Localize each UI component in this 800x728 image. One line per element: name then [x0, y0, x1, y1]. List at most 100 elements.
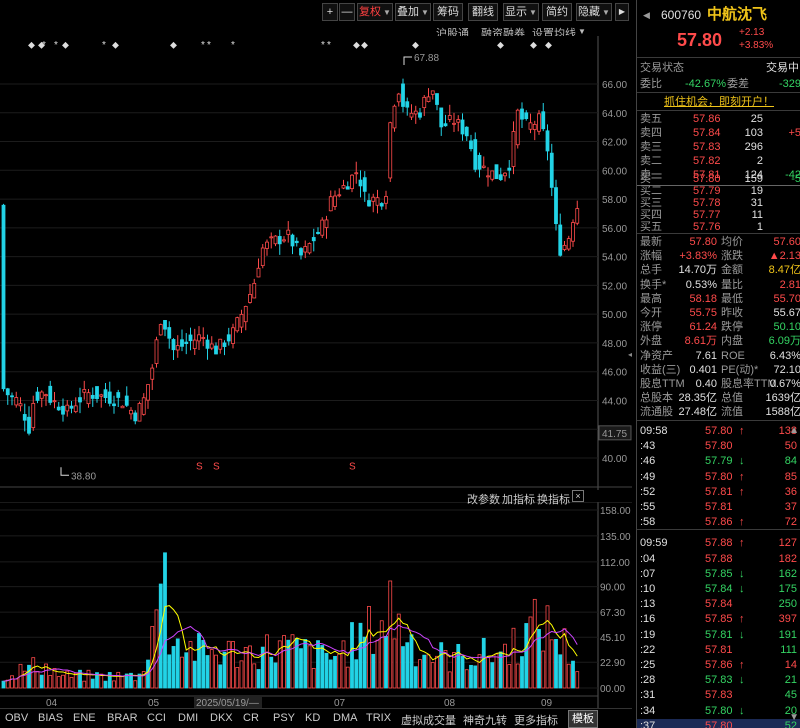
close-icon[interactable]: ×: [572, 490, 584, 502]
indicator-tab[interactable]: OBV: [5, 712, 28, 724]
candle-body: [129, 409, 133, 415]
event-marker-icon[interactable]: *: [201, 40, 205, 51]
yincang-dropdown[interactable]: 隐藏 ▼: [576, 3, 612, 21]
candle-body: [222, 342, 227, 347]
indicator-tab[interactable]: BRAR: [107, 712, 138, 724]
event-marker-icon[interactable]: *: [207, 40, 211, 51]
signal-s-marker[interactable]: S: [213, 462, 220, 473]
event-marker-icon[interactable]: ⬥: [353, 40, 360, 51]
volume-bar: [48, 675, 53, 689]
event-marker-icon[interactable]: ⬥: [412, 40, 419, 51]
event-marker-icon[interactable]: *: [102, 40, 106, 51]
volume-bar: [231, 641, 235, 689]
indicator-tab[interactable]: TRIX: [366, 712, 391, 724]
fuquan-dropdown[interactable]: 复权 ▼: [357, 3, 393, 21]
event-marker-icon[interactable]: ⬥: [28, 40, 35, 51]
scroll-down-arrow[interactable]: ▼: [789, 712, 799, 723]
scroll-up-arrow[interactable]: ▲: [789, 425, 799, 436]
event-marker-icon[interactable]: ⬥: [497, 40, 504, 51]
candle-body: [286, 229, 291, 235]
indicator-tab[interactable]: ENE: [73, 712, 96, 724]
add-indicator-button[interactable]: 加指标: [502, 491, 535, 507]
candle-body: [175, 345, 180, 351]
gai-param-button[interactable]: 改参数: [467, 491, 500, 507]
tick-row: :07 57.85 ↓ 162: [637, 567, 800, 581]
xianshi-dropdown[interactable]: 显示 ▼: [503, 3, 539, 21]
indicator-tab[interactable]: 神奇九转: [463, 712, 507, 728]
tick-row: :13 57.84 250: [637, 597, 800, 611]
indicator-tab[interactable]: PSY: [273, 712, 295, 724]
tick-row: :31 57.83 45: [637, 688, 800, 702]
indicator-tab[interactable]: KD: [305, 712, 320, 724]
indicator-tab[interactable]: CCI: [147, 712, 166, 724]
quote-value: 55.70: [773, 292, 800, 305]
signal-s-marker[interactable]: S: [349, 462, 356, 473]
price-tick-label: 64.00: [602, 109, 627, 120]
tick-time: :31: [640, 689, 656, 702]
volume-bar: [486, 656, 490, 689]
indicator-tab[interactable]: 更多指标: [514, 712, 558, 728]
switch-indicator-button[interactable]: 换指标: [537, 491, 570, 507]
tick-price: 57.80: [705, 470, 733, 483]
volume-tick-label: 67.30: [600, 608, 625, 619]
candle-body: [528, 122, 533, 130]
event-marker-icon[interactable]: ⬥: [545, 40, 552, 51]
indicator-tab[interactable]: DMI: [178, 712, 198, 724]
tick-time: :58: [640, 516, 656, 529]
price-change: +2.13: [739, 27, 765, 38]
event-marker-icon[interactable]: *: [42, 40, 46, 51]
volume-bar: [532, 598, 537, 689]
tick-time: :04: [640, 552, 656, 565]
tick-price: 57.85: [705, 613, 733, 626]
volume-bar: [320, 645, 325, 689]
volume-chart[interactable]: 158.00 135.00 112.00 90.00 67.30 45.10 22.90 00…: [0, 502, 632, 708]
signal-s-marker[interactable]: S: [196, 462, 203, 473]
event-marker-icon[interactable]: ⬥: [361, 40, 368, 51]
diejia-dropdown[interactable]: 叠加 ▼: [395, 3, 431, 21]
candle-body: [197, 334, 201, 342]
event-marker-icon[interactable]: *: [231, 40, 235, 51]
volume-bar: [418, 659, 422, 689]
fanxian-button[interactable]: 翻线: [468, 3, 498, 21]
volume-bar: [358, 622, 363, 689]
quote-label: 金额: [721, 264, 743, 277]
event-marker-icon[interactable]: *: [321, 40, 325, 51]
indicator-tab[interactable]: BIAS: [38, 712, 63, 724]
candle-body: [396, 93, 401, 103]
indicator-tab[interactable]: DKX: [210, 712, 233, 724]
event-marker-icon[interactable]: ⬥: [112, 40, 119, 51]
candle-body: [511, 131, 516, 167]
tick-arrow-icon: ↑: [739, 659, 745, 671]
event-marker-icon[interactable]: *: [54, 40, 58, 51]
caret-left-icon[interactable]: ◀: [643, 6, 650, 24]
event-marker-icon[interactable]: *: [327, 40, 331, 51]
indicator-tab[interactable]: 虚拟成交量: [401, 712, 456, 728]
chouma-button[interactable]: 筹码: [433, 3, 463, 21]
promo-link[interactable]: 抓住机会，即刻开户！: [637, 95, 800, 109]
tick-time: :43: [640, 440, 656, 453]
indicator-tab[interactable]: CR: [243, 712, 259, 724]
event-marker-icon[interactable]: ⬥: [530, 40, 537, 51]
candle-body: [56, 406, 61, 411]
jianyue-button[interactable]: 简约: [542, 3, 572, 21]
event-marker-icon[interactable]: ⬥: [170, 40, 177, 51]
volume-bar: [56, 676, 61, 689]
current-price-label: 41.75: [602, 429, 627, 440]
tick-price: 57.81: [705, 485, 733, 498]
volume-bar: [575, 671, 580, 689]
tick-arrow-icon: ↓: [739, 628, 745, 641]
zoom-in-button[interactable]: +: [322, 3, 338, 21]
panel-toggle-icon[interactable]: ◀: [628, 349, 632, 360]
ask-row: 卖四 57.84 103 +5: [637, 126, 800, 140]
event-marker-icon[interactable]: ⬥: [62, 40, 69, 51]
collapse-arrow-icon[interactable]: ▶: [615, 3, 629, 21]
indicator-tab[interactable]: DMA: [333, 712, 357, 724]
zoom-out-button[interactable]: —: [339, 3, 355, 21]
indicator-tab[interactable]: 模板: [568, 710, 598, 728]
candle-body: [405, 101, 410, 108]
tick-price: 57.81: [705, 643, 733, 656]
chevron-down-icon[interactable]: ▼: [578, 27, 586, 36]
tick-row: 09:59 57.88 ↑ 127: [637, 536, 800, 550]
kline-chart[interactable]: 66.00 64.00 62.00 60.00 58.00 56.00 54.00 52.00…: [0, 36, 632, 490]
candle-body: [477, 154, 482, 170]
